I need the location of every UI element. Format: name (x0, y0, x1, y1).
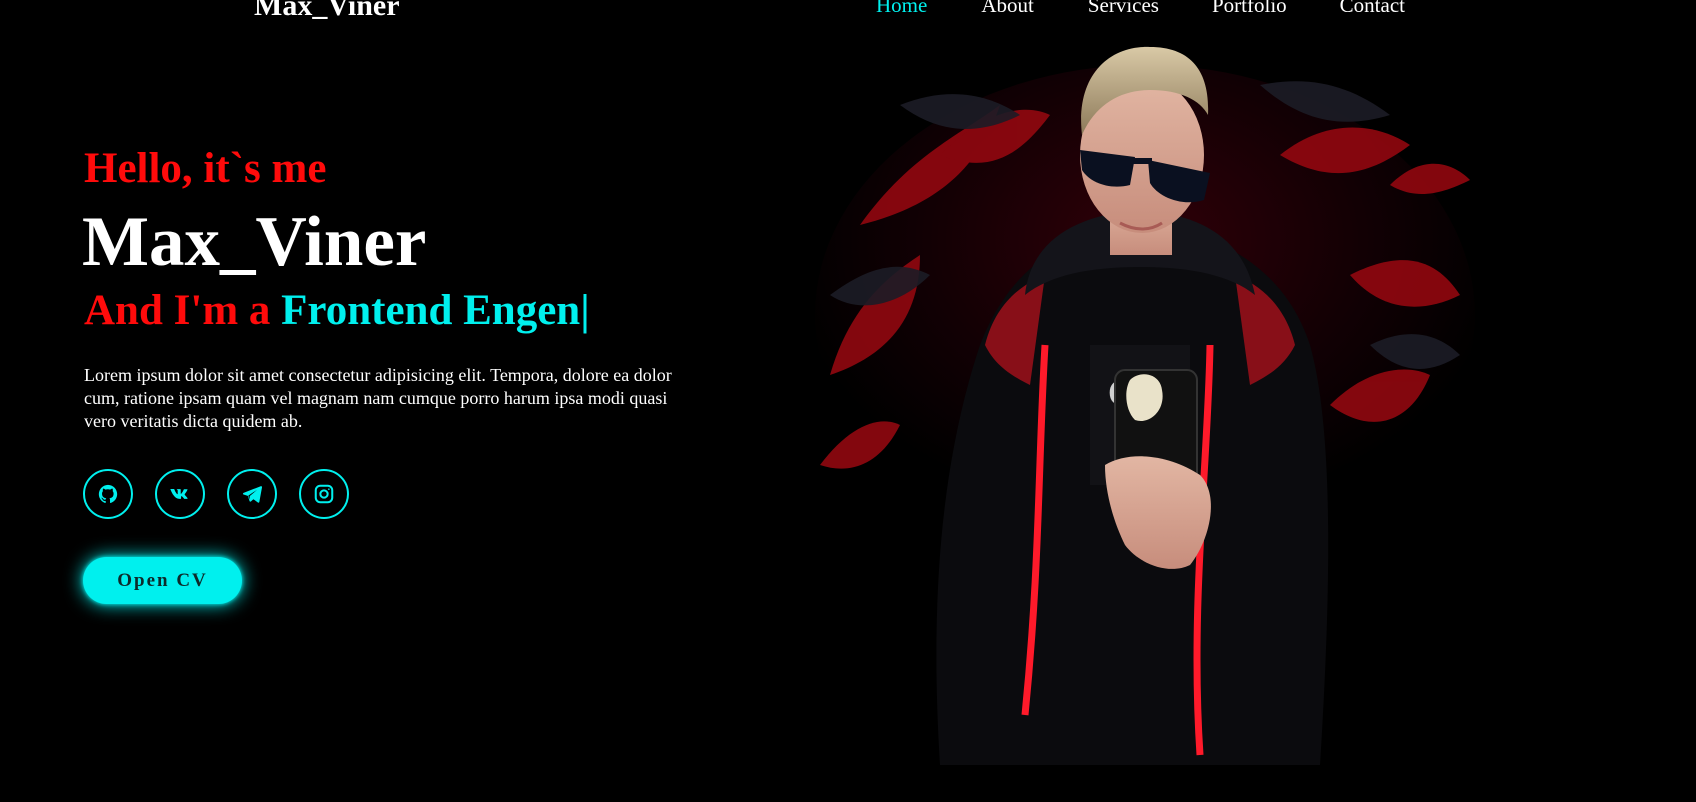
hero-greeting: Hello, it`s me (84, 145, 327, 192)
nav-link-services[interactable]: Services (1088, 0, 1159, 19)
hero-role-typed: Frontend Engen| (281, 287, 590, 334)
github-icon (98, 484, 118, 504)
open-cv-button[interactable]: Open CV (83, 557, 242, 604)
site-header: Max_Viner Home About Services Portfolio … (0, 0, 1696, 28)
site-logo[interactable]: Max_Viner (254, 0, 400, 24)
social-link-vk[interactable] (155, 469, 205, 519)
hero-role: And I'm a Frontend Engen| (84, 285, 590, 337)
nav-link-about[interactable]: About (981, 0, 1034, 19)
hero-name: Max_Viner (82, 203, 427, 281)
hero-bio: Lorem ipsum dolor sit amet consectetur a… (84, 365, 672, 431)
main-nav: Home About Services Portfolio Contact (876, 0, 1405, 19)
social-link-telegram[interactable] (227, 469, 277, 519)
instagram-icon (314, 484, 334, 504)
social-link-instagram[interactable] (299, 469, 349, 519)
vk-icon (170, 488, 188, 499)
nav-link-contact[interactable]: Contact (1340, 0, 1405, 19)
page: Max_Viner Home About Services Portfolio … (0, 0, 1696, 802)
social-link-github[interactable] (83, 469, 133, 519)
portrait-image: ON (815, 46, 1475, 765)
hero-role-prefix: And I'm a (84, 287, 282, 334)
nav-link-portfolio[interactable]: Portfolio (1212, 0, 1287, 19)
nav-link-home[interactable]: Home (876, 0, 927, 19)
telegram-icon (242, 486, 263, 503)
social-links (83, 469, 349, 519)
